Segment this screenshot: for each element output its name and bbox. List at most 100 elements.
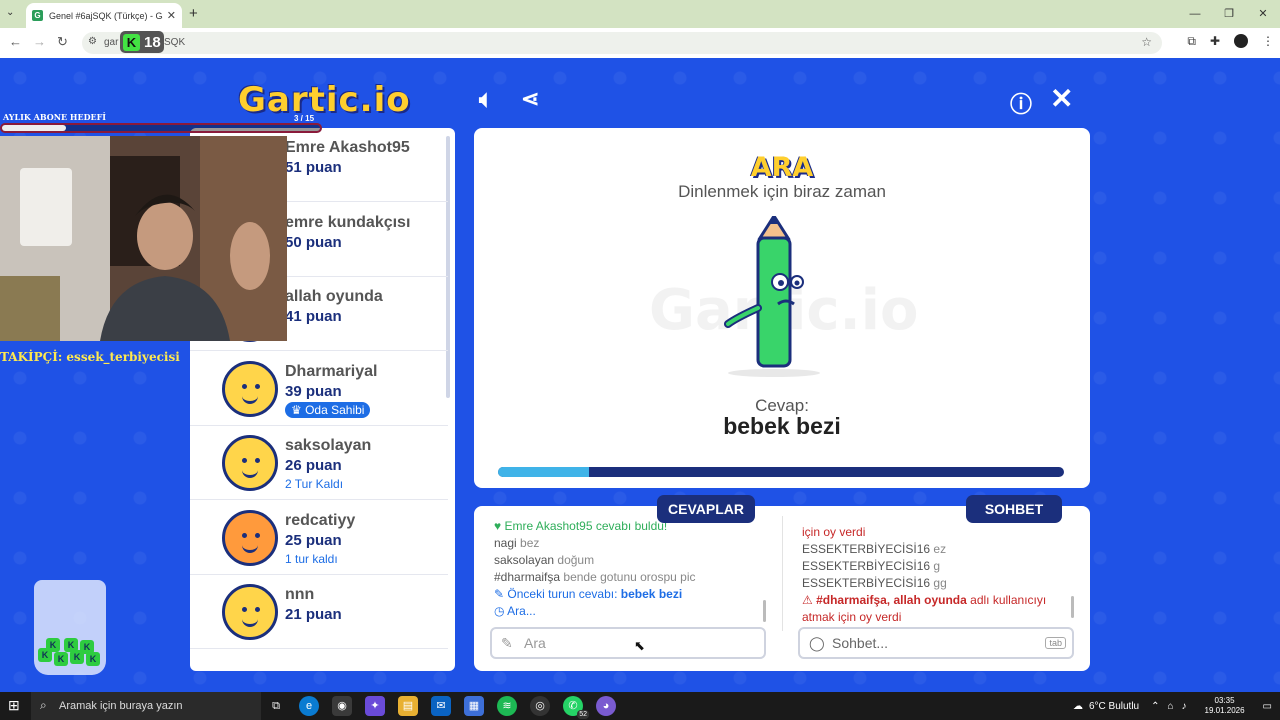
clock[interactable]: 03:35 19.01.2026 (1195, 696, 1255, 716)
player-avatar (222, 584, 278, 640)
room-owner-badge: ♛ Oda Sahibi (285, 401, 371, 418)
message-user: nagi (494, 536, 517, 550)
url-tail-text: SQK (164, 37, 186, 48)
tab-chat[interactable]: SOHBET (966, 495, 1062, 523)
windows-start-icon[interactable]: ⊞ (8, 697, 20, 714)
chrome-icon[interactable]: ◉ (332, 696, 352, 716)
avatar-eye (255, 458, 260, 463)
back-icon[interactable]: ← (9, 34, 22, 49)
vote-kick-text: adlı kullanıcıyı (970, 593, 1047, 607)
file-explorer-icon[interactable]: ▤ (398, 696, 418, 716)
whatsapp-icon[interactable]: ✆ 52 (563, 696, 589, 719)
player-row[interactable]: nnn 21 puan (190, 575, 448, 649)
player-score: 39 puan (285, 382, 342, 400)
tab-answers[interactable]: CEVAPLAR (657, 495, 755, 523)
menu-dots-icon[interactable]: ⋮ (1262, 34, 1274, 49)
discord-icon[interactable]: ◕ (596, 696, 616, 716)
avatar-eye (255, 383, 260, 389)
message-text: doğum (557, 553, 595, 567)
message-text: bende gotunu orospu pic (563, 570, 696, 584)
puzzle-icon[interactable]: ✚ (1210, 34, 1220, 49)
close-game-icon[interactable]: ✕ (1050, 82, 1073, 115)
browser-tab[interactable]: G Genel #6ajSQK (Türkçe) - Gartic ✕ (26, 3, 182, 28)
message-user: Emre Akashot95 (504, 519, 593, 533)
message-user: ESSEKTERBİYECİSİ16 (802, 542, 931, 556)
turns-left: 1 tur kaldı (285, 551, 338, 566)
message-user: #dharmaifşa (494, 570, 561, 584)
sound-icon[interactable]: 🔈︎ (479, 86, 493, 114)
break-message: ◷ Ara... (494, 603, 764, 620)
chat-placeholder: Sohbet... (832, 635, 889, 651)
network-icon[interactable]: ⌂ (1168, 701, 1174, 712)
notifications-icon[interactable]: ▭ (1263, 701, 1272, 712)
store-icon[interactable]: ▦ (464, 696, 484, 716)
edge-icon[interactable]: e (299, 696, 319, 716)
address-bar[interactable]: ⚙ gar SQK ☆ (82, 32, 1162, 54)
site-info-icon[interactable]: ⚙ (88, 36, 97, 47)
info-icon[interactable]: ⓘ (1010, 87, 1032, 119)
player-name: saksolayan (285, 437, 372, 454)
pencil-mascot-icon (724, 216, 820, 377)
tray-chevron-icon[interactable]: ⌃ (1151, 701, 1159, 712)
minimize-icon[interactable]: — (1178, 0, 1212, 28)
window-controls: — ❐ ✕ (1178, 0, 1280, 28)
taskbar-search-placeholder: Aramak için buraya yazın (59, 700, 183, 712)
bookmark-star-icon[interactable]: ☆ (1141, 35, 1152, 49)
spotify-icon[interactable]: ≋ (497, 696, 517, 716)
profile-avatar[interactable] (1234, 34, 1248, 48)
answers-log: ♥ Emre Akashot95 cevabı buldu! nagi bez … (494, 518, 764, 626)
message-user: ESSEKTERBİYECİSİ16 (802, 559, 931, 573)
vote-kick-message: ⚠ #dharmaifşa, allah oyunda adlı kullanı… (802, 592, 1072, 609)
reload-icon[interactable]: ↻ (57, 34, 68, 50)
close-window-icon[interactable]: ✕ (1246, 0, 1280, 28)
new-tab-button[interactable]: + (189, 5, 198, 22)
outlook-icon[interactable]: ✉ (431, 696, 451, 716)
message-user: ESSEKTERBİYECİSİ16 (802, 576, 931, 590)
message-text: bez (520, 536, 540, 550)
volume-icon[interactable]: ♪ (1182, 701, 1187, 712)
taskbar-search[interactable]: ⌕ Aramak için buraya yazın (31, 692, 261, 720)
chat-scrollbar[interactable] (1071, 596, 1074, 618)
chat-message: için oy verdi (802, 525, 866, 539)
player-row[interactable]: saksolayan 26 puan 2 Tur Kaldı (190, 426, 448, 500)
round-progress-bar (498, 467, 1064, 477)
message-text: gg (933, 576, 947, 590)
pencil-icon: ✎ (494, 587, 508, 601)
forward-icon[interactable]: → (33, 34, 46, 49)
message-text: cevabı buldu! (595, 519, 668, 533)
sub-goal-bar (0, 123, 322, 133)
player-score: 25 puan (285, 531, 342, 549)
restore-icon[interactable]: ❐ (1212, 0, 1246, 28)
player-score: 26 puan (285, 457, 342, 474)
sub-goal-fill (2, 125, 66, 131)
chat-message: ESSEKTERBİYECİSİ16 ez (802, 541, 1072, 558)
player-name: allah oyunda (285, 288, 383, 305)
answers-scrollbar[interactable] (763, 600, 766, 622)
crown-icon: ♛ (291, 402, 306, 417)
avatar-mouth (242, 619, 258, 627)
cloud-icon: ☁ (1072, 700, 1083, 712)
player-row[interactable]: Dharmariyal 39 puan ♛ Oda Sahibi (190, 352, 448, 426)
task-view-icon[interactable]: ⧉ (266, 696, 286, 716)
answer-input[interactable]: ✎ Ara (490, 627, 766, 659)
share-icon[interactable]: ⋖ (521, 86, 539, 112)
windows-taskbar: ⊞ ⌕ Aramak için buraya yazın ⧉ e ◉ ✦ ▤ ✉… (0, 692, 1280, 720)
copilot-icon[interactable]: ✦ (365, 696, 385, 716)
player-score: 21 puan (285, 606, 342, 623)
avatar-mouth (242, 396, 258, 404)
system-tray: ☁ 6°C Bulutlu ⌃ ⌂ ♪ 03:35 19.01.2026 ▭ (1073, 692, 1280, 720)
obs-icon[interactable]: ◎ (530, 696, 550, 716)
weather-text[interactable]: 6°C Bulutlu (1089, 701, 1139, 712)
round-progress-fill (498, 467, 589, 477)
chat-message: ESSEKTERBİYECİSİ16 g (802, 558, 1072, 575)
player-row[interactable]: redcatiyy 25 puan 1 tur kaldı (190, 501, 448, 575)
follower-ticker: TAKİPÇİ: essek_terbiyecisi (0, 350, 180, 364)
tip-jar: K K K K K K K (34, 580, 106, 675)
clock-date: 19.01.2026 (1204, 706, 1245, 715)
player-name: redcatiyy (285, 511, 356, 529)
tab-search-icon[interactable]: ⌄ (6, 7, 14, 18)
kick-coin-icon: K (86, 652, 100, 666)
tab-close-icon[interactable]: ✕ (167, 9, 176, 22)
extensions-icon[interactable]: ⧉ (1187, 34, 1196, 49)
chat-input[interactable]: ◯ Sohbet... tab (798, 627, 1074, 659)
